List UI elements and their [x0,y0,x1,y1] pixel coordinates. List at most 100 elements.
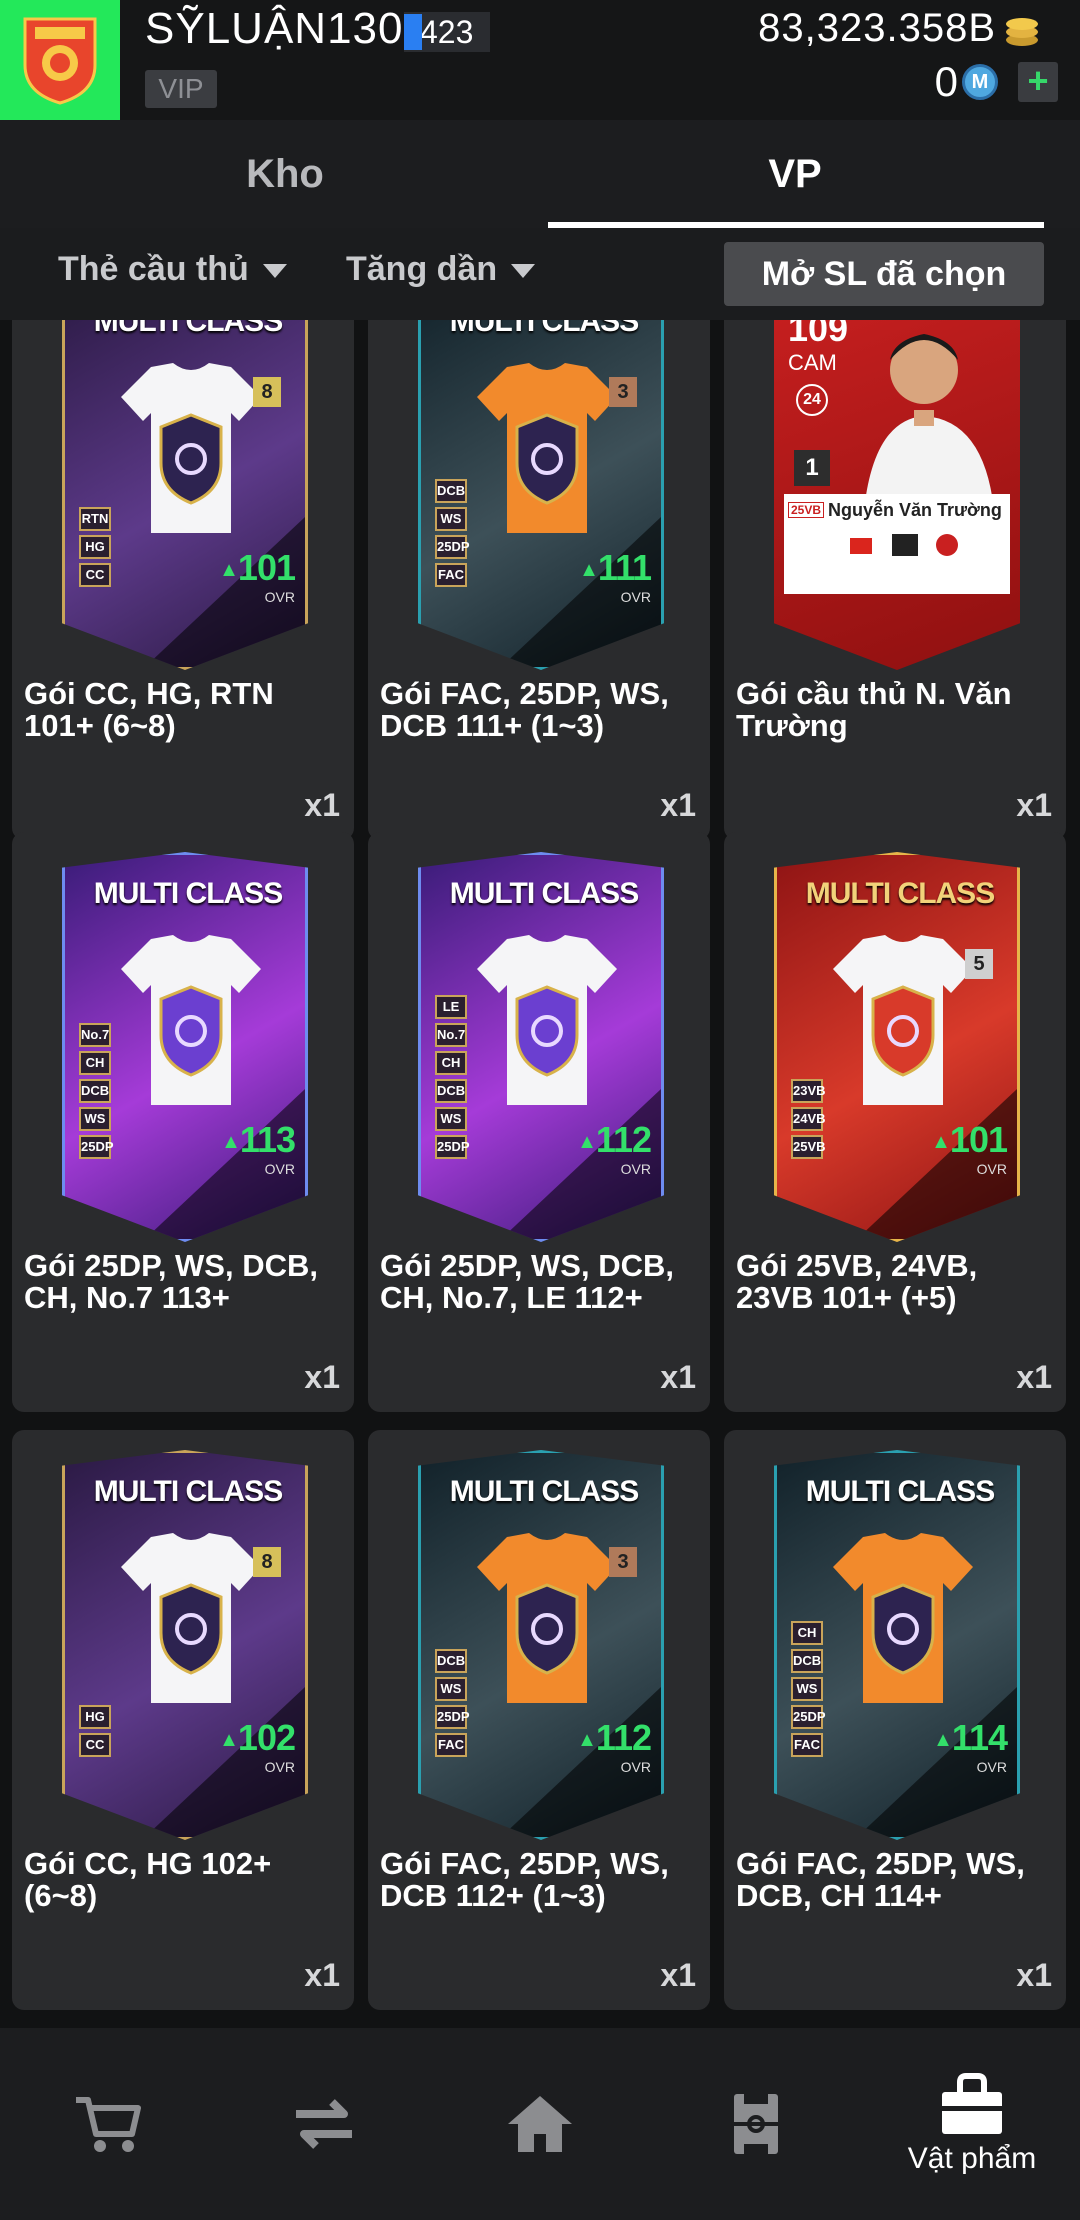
vip-badge[interactable]: VIP [145,70,217,108]
item-quantity: x1 [1016,1359,1052,1395]
item-quantity: x1 [304,1359,340,1395]
class-tags: 23VB 24VB 25VB [791,1079,826,1159]
jersey-icon [477,363,617,533]
pack-card: MULTI CLASS 5 23VB 24VB 25VB ▲101 OVR [774,852,1020,1242]
ovr-value: 101 [237,547,296,588]
ovr-rating: ▲112 OVR [577,1717,652,1775]
class-tag: 25VB [791,1135,826,1159]
pack-card: MULTI CLASS CH DCB WS 25DP FAC ▲114 OVR [774,1450,1020,1840]
jersey-icon [477,1533,617,1703]
transfer-icon [296,2099,352,2149]
sort-dropdown[interactable]: Tăng dần [346,250,536,289]
nav-shop[interactable] [0,2028,216,2220]
tab-vp[interactable]: VP [525,120,1065,228]
ovr-arrow-icon: ▲ [577,1728,597,1751]
ovr-rating: ▲101 OVR [219,547,296,605]
player-ovr: 109 [788,320,849,349]
ovr-label: OVR [976,1161,1007,1177]
class-tags: DCB WS 25DP FAC [435,479,470,587]
fc-logo-icon [892,534,918,556]
mc-balance: 0 [934,58,958,105]
item-card[interactable]: MULTI CLASS LE No.7 CH DCB WS 25DP ▲112 OVR G… [368,832,710,1412]
club-logo[interactable] [0,0,120,120]
class-tag: 23VB [791,1079,826,1103]
jersey-icon [833,1533,973,1703]
pack-card: MULTI CLASS 3 DCB WS 25DP FAC ▲112 OVR [418,1450,664,1840]
class-tag: DCB [435,479,467,503]
player-portrait-icon [864,334,994,510]
ovr-label: OVR [264,1161,295,1177]
rank-badge: 3 [609,1547,637,1577]
pack-card-art: MULTI CLASS 3 DCB WS 25DP FAC ▲112 OVR [418,1450,664,1840]
season-badge: 24 [796,384,828,416]
pack-card: MULTI CLASS LE No.7 CH DCB WS 25DP ▲112 OVR [418,852,664,1242]
ovr-value: 102 [237,1717,296,1758]
item-card[interactable]: MULTI CLASS 8 HG CC ▲102 OVR Gói CC, HG 1… [12,1430,354,2010]
class-tag: 25DP [435,1135,470,1159]
item-card[interactable]: MULTI CLASS 5 23VB 24VB 25VB ▲101 OVR Gói … [724,832,1066,1412]
class-tags: LE No.7 CH DCB WS 25DP [435,995,470,1159]
ovr-value: 101 [949,1119,1008,1160]
class-tag: 25DP [791,1705,826,1729]
vietnam-flag-icon [850,538,872,554]
nav-transfer[interactable] [216,2028,432,2220]
item-grid: MULTI CLASS 8 RTN HG CC ▲101 OVR Gói CC, H… [0,320,1080,2020]
cart-icon [76,2097,141,2152]
ovr-rating: ▲101 OVR [931,1119,1008,1177]
class-tags: DCB WS 25DP FAC [435,1649,470,1757]
item-quantity: x1 [1016,1957,1052,1993]
ovr-value: 114 [951,1717,1008,1758]
nav-home[interactable] [432,2028,648,2220]
class-tag: 24VB [791,1107,826,1131]
item-card[interactable]: MULTI CLASS CH DCB WS 25DP FAC ▲114 OVR Gói … [724,1430,1066,2010]
class-tag: HG [79,535,111,559]
level-badge: 423 [404,12,490,52]
class-tags: HG CC [79,1705,111,1757]
ovr-value: 111 [597,547,652,588]
multi-class-label: MULTI CLASS [93,320,283,338]
multi-class-label: MULTI CLASS [93,1475,283,1508]
class-tag: 25DP [435,1705,470,1729]
nav-squad[interactable] [648,2028,864,2220]
ovr-rating: ▲111 OVR [579,547,652,605]
pack-card-art: MULTI CLASS CH DCB WS 25DP FAC ▲114 OVR [774,1450,1020,1840]
class-tag: DCB [791,1649,823,1673]
ovr-value: 112 [595,1717,652,1758]
class-tag: FAC [435,563,467,587]
item-card[interactable]: MULTI CLASS 3 DCB WS 25DP FAC ▲111 OVR Gói … [368,320,710,840]
item-quantity: x1 [304,787,340,823]
pack-card: MULTI CLASS No.7 CH DCB WS 25DP ▲113 OVR [62,852,308,1242]
item-card[interactable]: MULTI CLASS 3 DCB WS 25DP FAC ▲112 OVR Gói … [368,1430,710,2010]
nav-items-label: Vật phẩm [907,2142,1037,2175]
rank-badge: 8 [253,377,281,407]
class-tag: DCB [79,1079,111,1103]
item-card[interactable]: MULTI CLASS No.7 CH DCB WS 25DP ▲113 OVR Gói… [12,832,354,1412]
item-card[interactable]: 109 CAM 24 1 25VB Nguyễn Văn Trường Gói … [724,320,1066,840]
ovr-arrow-icon: ▲ [219,1728,239,1751]
player-card-art: 109 CAM 24 1 25VB Nguyễn Văn Trường [774,320,1020,670]
class-tag: CH [79,1051,111,1075]
add-currency-button[interactable]: + [1018,62,1058,102]
nav-items[interactable]: Vật phẩm [864,2028,1080,2220]
coins-icon [1006,18,1038,46]
item-quantity: x1 [660,787,696,823]
item-quantity: x1 [304,1957,340,1993]
player-card: 109 CAM 24 1 25VB Nguyễn Văn Trường [774,320,1020,670]
pack-card-art: MULTI CLASS No.7 CH DCB WS 25DP ▲113 OVR [62,852,308,1242]
item-quantity: x1 [1016,787,1052,823]
item-title: Gói FAC, 25DP, WS, DCB 111+ (1~3) [380,676,669,743]
ovr-label: OVR [264,589,295,605]
jersey-icon [121,935,261,1105]
pack-card: MULTI CLASS 3 DCB WS 25DP FAC ▲111 OVR [418,320,664,670]
season-tag: 25VB [788,502,825,518]
open-selected-button[interactable]: Mở SL đã chọn [724,242,1044,306]
class-tag: DCB [435,1649,467,1673]
item-card[interactable]: MULTI CLASS 8 RTN HG CC ▲101 OVR Gói CC, H… [12,320,354,840]
multi-class-label: MULTI CLASS [449,877,639,910]
class-tag: CC [79,1733,111,1757]
class-tag: FAC [435,1733,467,1757]
tab-kho[interactable]: Kho [15,120,555,228]
class-tag: CC [79,563,111,587]
type-filter-dropdown[interactable]: Thẻ cầu thủ [58,250,287,289]
ovr-label: OVR [620,1161,651,1177]
